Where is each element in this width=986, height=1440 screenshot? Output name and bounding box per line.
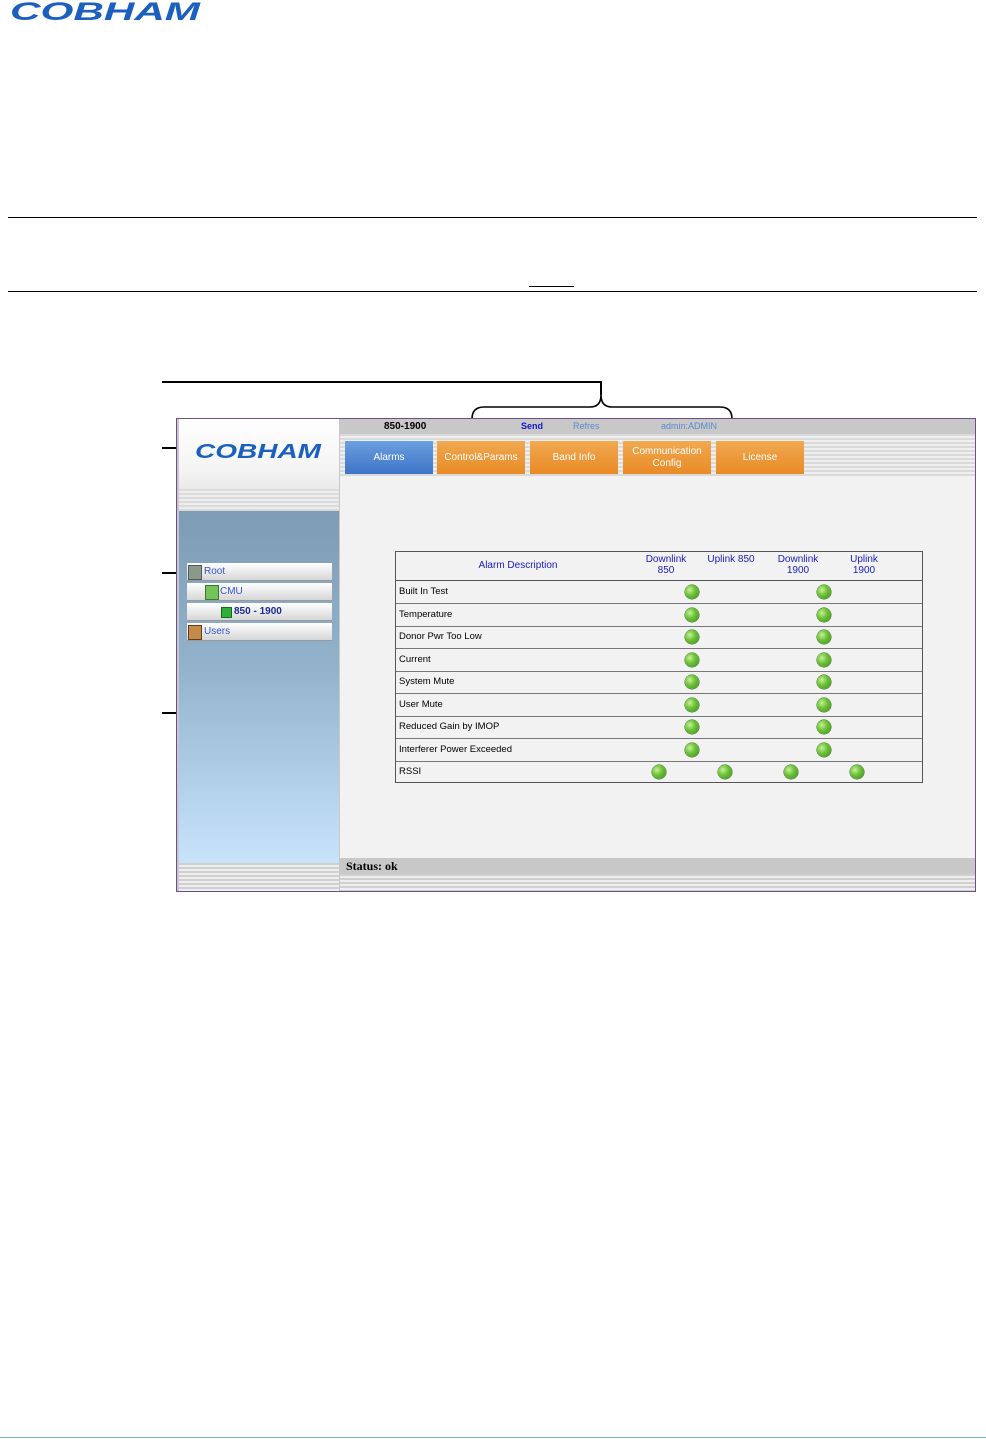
- refresh-link[interactable]: Refres: [573, 419, 600, 434]
- alarm-row: System Mute: [396, 671, 922, 694]
- bottom-strip: [340, 874, 975, 891]
- header-uplink-1900: Uplink 1900: [850, 554, 878, 576]
- tree-item-label: 850 - 1900: [234, 606, 282, 617]
- alarm-label: Donor Pwr Too Low: [399, 631, 482, 642]
- tab-license[interactable]: License: [716, 441, 804, 474]
- header-divider-lower: [8, 291, 977, 292]
- top-bar: 850-1900 Send Refres admin:ADMIN: [340, 419, 975, 434]
- alarm-status-led-icon: [685, 630, 699, 644]
- tab-communication-config[interactable]: Communication Config: [623, 441, 711, 474]
- tab-bar: Alarms Control&Params Band Info Communic…: [340, 434, 975, 476]
- status-bar: Status: ok: [340, 858, 975, 874]
- alarms-content: Alarm Description Downlink 850 Uplink 85…: [340, 476, 975, 858]
- alarm-status-led-icon: [685, 720, 699, 734]
- root-icon: [188, 565, 202, 580]
- short-rule: [529, 286, 574, 287]
- cobham-logo: COBHAM: [10, 0, 202, 24]
- send-link[interactable]: Send: [521, 419, 543, 434]
- tree-item-label: CMU: [220, 586, 243, 597]
- alarm-label: User Mute: [399, 698, 443, 710]
- tree-item-users[interactable]: Users: [187, 623, 332, 641]
- alarm-status-led-icon: [685, 697, 699, 712]
- alarm-row: Built In Test: [396, 581, 922, 604]
- alarm-label: RSSI: [399, 766, 422, 777]
- alarm-row: Temperature: [396, 604, 922, 627]
- alarm-status-led-icon: [685, 607, 699, 622]
- left-stripes: [179, 489, 339, 511]
- alarm-label: Reduced Gain by IMOP: [399, 721, 500, 732]
- alarm-status-led-icon: [784, 765, 798, 779]
- user-label: admin:ADMIN: [661, 421, 718, 431]
- app-window: COBHAM Root CMU 850 - 1900 Users 850-190…: [176, 418, 976, 892]
- tree-item-label: Root: [204, 566, 226, 577]
- alarm-status-led-icon: [850, 765, 864, 779]
- alarm-status-led-icon: [817, 742, 831, 757]
- tab-band-info[interactable]: Band Info: [530, 441, 618, 474]
- alarm-label: Temperature: [399, 608, 453, 620]
- svg-text:COBHAM: COBHAM: [195, 441, 323, 461]
- header-downlink-1900: Downlink 1900: [777, 554, 819, 576]
- users-icon: [188, 625, 202, 640]
- alarm-status-led-icon: [817, 652, 831, 667]
- alarm-label: Built In Test: [399, 586, 448, 597]
- alarm-row: User Mute: [396, 694, 922, 717]
- alarm-row: Reduced Gain by IMOP: [396, 716, 922, 739]
- header-alarm-description: Alarm Description: [478, 560, 558, 571]
- tree-item-label: Users: [204, 626, 231, 637]
- device-name: 850-1900: [384, 421, 427, 432]
- alarm-status-led-icon: [817, 675, 831, 689]
- header-uplink-850: Uplink 850: [707, 554, 755, 565]
- device-tree: Root CMU 850 - 1900 Users: [187, 563, 332, 643]
- alarm-status-led-icon: [685, 585, 699, 599]
- header-downlink-850: Downlink 850: [645, 554, 687, 576]
- tree-item-root[interactable]: Root: [187, 563, 332, 581]
- alarm-status-led-icon: [685, 675, 699, 689]
- alarm-status-led-icon: [685, 652, 699, 667]
- alarm-label: System Mute: [399, 676, 455, 687]
- alarm-table-header: Alarm Description Downlink 850 Uplink 85…: [396, 552, 922, 581]
- alarm-status-led-icon: [817, 585, 831, 599]
- alarm-status-led-icon: [652, 765, 666, 779]
- status-text: Status: ok: [346, 859, 398, 873]
- tree-item-cmu[interactable]: CMU: [187, 583, 332, 601]
- footer-divider: [0, 1437, 986, 1438]
- alarm-row: Current: [396, 649, 922, 672]
- alarm-label: Interferer Power Exceeded: [399, 743, 513, 755]
- app-cobham-logo: COBHAM: [195, 441, 323, 461]
- cmu-icon: [205, 585, 219, 600]
- band-status-icon: [221, 607, 232, 618]
- alarm-row: RSSI: [396, 761, 922, 783]
- tab-control-params[interactable]: Control&Params: [437, 441, 525, 474]
- alarm-status-led-icon: [817, 607, 831, 622]
- alarm-label: Current: [399, 653, 431, 665]
- alarm-table: Alarm Description Downlink 850 Uplink 85…: [395, 551, 923, 783]
- alarm-row: Interferer Power Exceeded: [396, 739, 922, 762]
- alarm-status-led-icon: [817, 720, 831, 734]
- alarm-status-led-icon: [718, 765, 732, 779]
- alarm-status-led-icon: [817, 630, 831, 644]
- left-bottom-strip: [179, 863, 339, 891]
- alarm-row: Donor Pwr Too Low: [396, 626, 922, 649]
- tree-item-850-1900[interactable]: 850 - 1900: [187, 603, 332, 621]
- tab-alarms[interactable]: Alarms: [345, 441, 433, 474]
- alarm-status-led-icon: [817, 697, 831, 712]
- header-divider: [8, 217, 977, 218]
- svg-text:COBHAM: COBHAM: [10, 0, 202, 24]
- alarm-status-led-icon: [685, 742, 699, 757]
